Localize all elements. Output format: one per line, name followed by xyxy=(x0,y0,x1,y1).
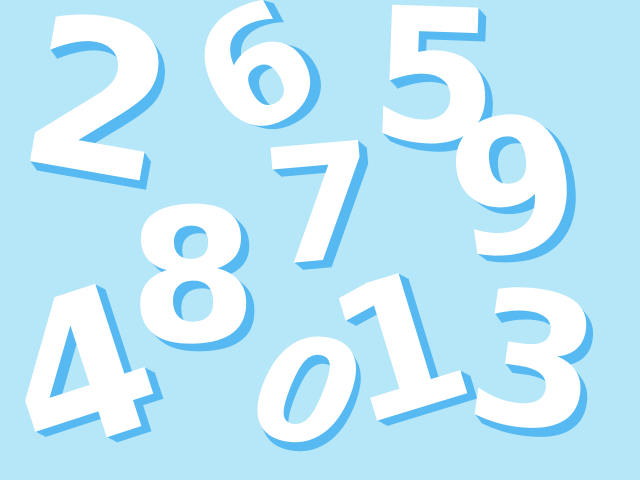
number-collage-canvas: 2 6 5 7 9 8 4 0 1 3 xyxy=(0,0,640,480)
digit-three: 3 xyxy=(455,246,614,478)
